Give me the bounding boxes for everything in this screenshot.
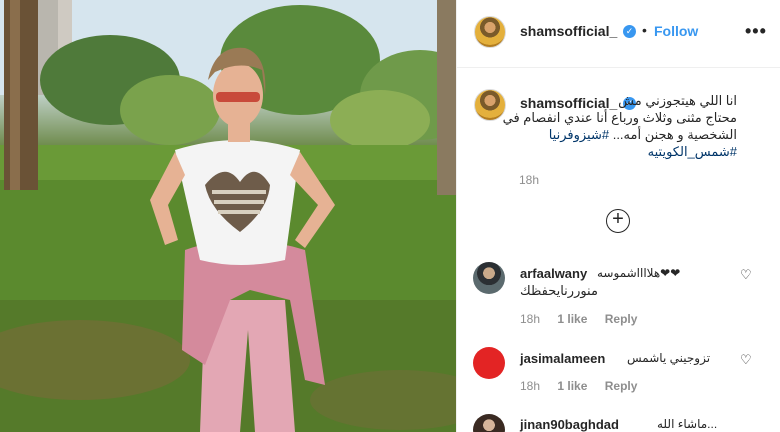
caption-text: انا اللي هيتجوزني مش محتاج مثنى وثلاث ور…: [487, 92, 737, 160]
load-more-comments-button[interactable]: +: [606, 209, 630, 233]
comment-time[interactable]: 18h: [520, 312, 540, 326]
like-heart-icon[interactable]: ♡: [740, 352, 752, 368]
author-username[interactable]: shamsofficial_: [520, 23, 617, 39]
more-options-icon[interactable]: •••: [745, 21, 767, 42]
comment-text-line1: تزوجيني ياشمس: [627, 351, 711, 365]
caption-line-3: الشخصية و هجنن أمه... #شيزوفرنيا: [487, 126, 737, 143]
verified-icon: ✓: [623, 25, 636, 38]
follow-button[interactable]: Follow: [654, 23, 698, 39]
comment-text-line1: هلااااشموسه❤❤: [597, 266, 681, 280]
reply-button[interactable]: Reply: [605, 379, 638, 393]
caption-line-1: انا اللي هيتجوزني مش: [618, 93, 737, 108]
comment-avatar[interactable]: [473, 347, 505, 379]
like-heart-icon[interactable]: ♡: [740, 267, 752, 283]
comment-username[interactable]: jasimalameen: [520, 351, 605, 366]
comment-meta: 18h 1 like Reply: [520, 312, 637, 326]
comment-likes[interactable]: 1 like: [557, 379, 587, 393]
caption-timestamp[interactable]: 18h: [519, 173, 539, 187]
comment-text-line2: منوررنايحفظك: [520, 283, 598, 298]
hashtag-link-2[interactable]: #شمس_الكويتيه: [648, 144, 737, 159]
photo-scene: [0, 0, 456, 432]
comment-username[interactable]: jinan90baghdad: [520, 417, 619, 432]
comment-meta: 18h 1 like Reply: [520, 379, 637, 393]
comment-text-line1: ...ماشاء الله: [657, 417, 718, 431]
comment-avatar[interactable]: [473, 414, 505, 432]
post-photo[interactable]: [0, 0, 456, 432]
post-header: shamsofficial_ ✓ • Follow •••: [457, 0, 780, 68]
comment-time[interactable]: 18h: [520, 379, 540, 393]
post-panel: shamsofficial_ ✓ • Follow ••• shamsoffic…: [456, 0, 780, 432]
author-avatar[interactable]: [474, 16, 506, 48]
comment-likes[interactable]: 1 like: [557, 312, 587, 326]
caption-line-3-text: الشخصية و هجنن أمه...: [612, 127, 737, 142]
separator-dot: •: [642, 22, 647, 38]
reply-button[interactable]: Reply: [605, 312, 638, 326]
caption-line-2: محتاج مثنى وثلاث ورباع أنا عندي انفصام ف…: [502, 110, 737, 125]
hashtag-link[interactable]: #شيزوفرنيا: [549, 127, 609, 142]
comment-avatar[interactable]: [473, 262, 505, 294]
